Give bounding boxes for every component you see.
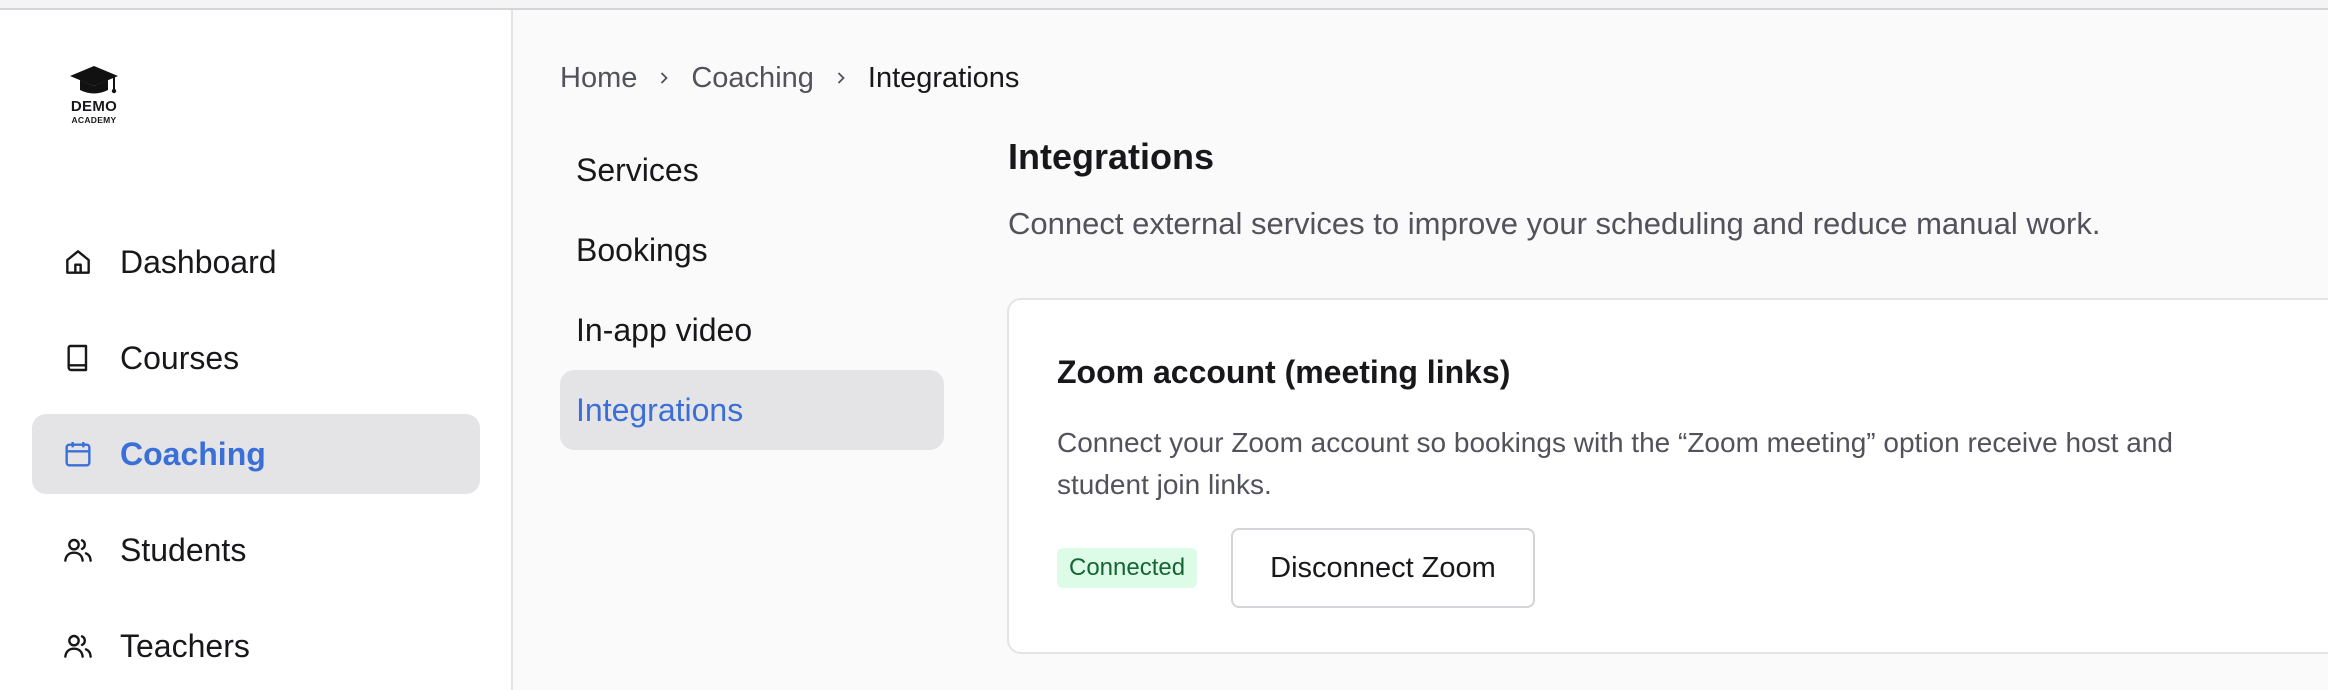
sidebar-item-label: Students (120, 532, 247, 568)
zoom-integration-card: Zoom account (meeting links) Connect you… (1007, 298, 2328, 654)
breadcrumb-home[interactable]: Home (560, 62, 637, 95)
logo-text-secondary: ACADEMY (71, 115, 117, 125)
graduation-cap-icon (70, 66, 118, 94)
status-badge: Connected (1057, 548, 1198, 588)
subnav-item-integrations[interactable]: Integrations (560, 370, 944, 450)
users-icon (64, 538, 92, 562)
page-title: Integrations (1008, 136, 1215, 177)
sidebar-item-label: Coaching (120, 436, 266, 472)
window-top-border (0, 0, 2328, 10)
chevron-right-icon (814, 70, 868, 86)
sidebar-item-coaching[interactable]: Coaching (32, 414, 480, 494)
card-description: Connect your Zoom account so bookings wi… (1057, 427, 2173, 500)
sidebar-item-students[interactable]: Students (32, 510, 480, 590)
page-description: Connect external services to improve you… (1008, 206, 2101, 241)
calendar-icon (65, 442, 91, 467)
subnav-item-bookings[interactable]: Bookings (560, 210, 944, 290)
subnav-item-label: Bookings (576, 232, 708, 268)
breadcrumb-current: Integrations (867, 61, 1020, 94)
breadcrumb: Home Coaching Integrations (560, 58, 1019, 98)
subnav-item-label: Services (576, 152, 699, 188)
sidebar-item-label: Dashboard (120, 244, 277, 280)
card-title: Zoom account (meeting links) (1057, 354, 1511, 390)
disconnect-zoom-button[interactable]: Disconnect Zoom (1231, 528, 1535, 608)
sidebar-item-courses[interactable]: Courses (32, 318, 480, 398)
sidebar-item-teachers[interactable]: Teachers (32, 606, 480, 686)
subnav-item-label: Integrations (576, 392, 744, 428)
sidebar-item-label: Teachers (120, 628, 250, 664)
logo-text-primary: DEMO (70, 98, 118, 115)
logo[interactable]: DEMO ACADEMY (64, 64, 124, 132)
book-icon (67, 344, 88, 372)
sidebar-item-dashboard[interactable]: Dashboard (32, 222, 480, 302)
breadcrumb-coaching[interactable]: Coaching (691, 62, 814, 95)
sidebar-item-label: Courses (120, 340, 240, 376)
sidebar: DEMO ACADEMY Dashboard Courses Coaching … (0, 10, 513, 690)
subnav-item-in-app-video[interactable]: In-app video (560, 290, 944, 370)
users-icon (64, 634, 92, 658)
subnav-item-services[interactable]: Services (560, 130, 944, 210)
home-icon (66, 250, 90, 274)
chevron-right-icon (637, 70, 691, 86)
subnav-item-label: In-app video (576, 312, 753, 348)
